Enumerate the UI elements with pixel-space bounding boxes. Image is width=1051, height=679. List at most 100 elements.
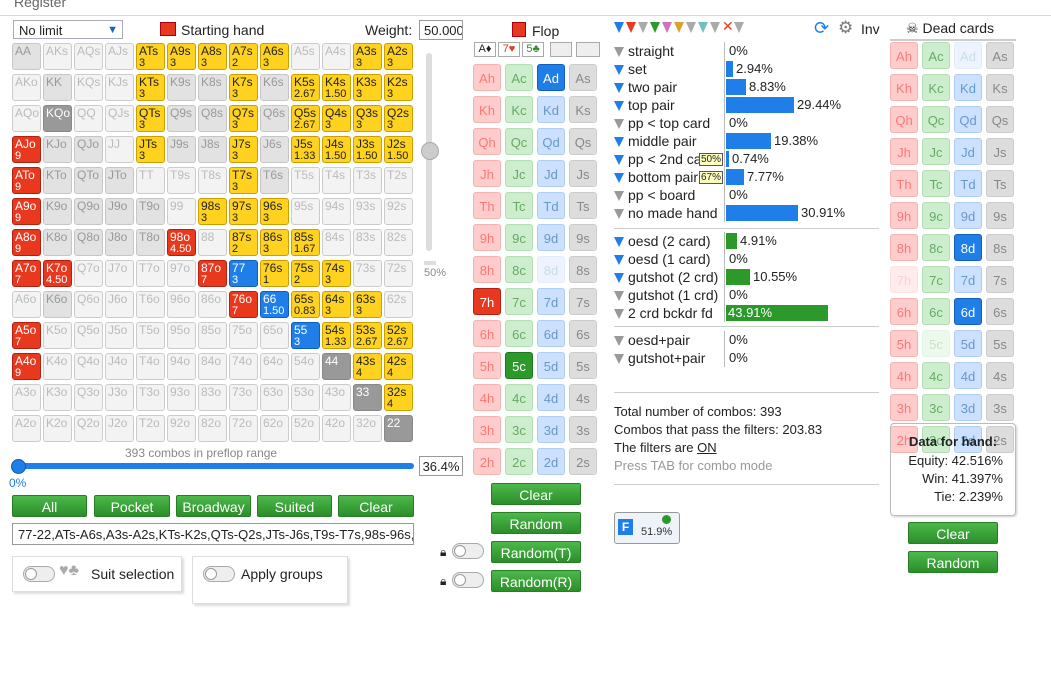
hand-cell[interactable]: 98s 3 [198,198,227,225]
hand-cell[interactable]: K2s 3 [384,74,413,101]
hand-cell[interactable]: KK [43,74,72,101]
flop-clear-button[interactable]: Clear [491,483,581,505]
flop-card[interactable]: Qd [537,128,565,155]
hand-cell[interactable]: 86o [198,291,227,318]
hand-cell[interactable]: A2s 3 [384,43,413,70]
filter-row[interactable]: straight [614,42,674,60]
hand-cell[interactable]: AJs [105,43,134,70]
hand-cell[interactable]: 98o 4.50 [167,229,196,256]
filter-preset-icon[interactable] [662,22,672,33]
hand-cell[interactable]: Q2o [74,415,103,442]
hand-cell[interactable]: 52o [291,415,320,442]
apply-groups-toggle[interactable] [203,566,235,582]
hand-cell[interactable]: T9s [167,167,196,194]
flop-card[interactable]: As [569,64,597,91]
hand-cell[interactable]: 32s 4 [384,384,413,411]
weight-slider-handle[interactable] [421,142,439,160]
hand-cell[interactable]: 94o [167,353,196,380]
hand-cell[interactable]: QJs [105,105,134,132]
filter-weight-badge[interactable]: 50% [699,153,724,166]
hand-cell[interactable]: J4s 1.50 [322,136,351,163]
dead-card[interactable]: Ts [986,170,1014,197]
hand-cell[interactable]: 84s [322,229,351,256]
filter-icon[interactable] [614,273,624,283]
hand-cell[interactable]: KTo [43,167,72,194]
dead-card[interactable]: 4d [954,362,982,389]
hand-cell[interactable]: AA [12,43,41,70]
dead-card[interactable]: 8d [954,234,982,261]
hand-cell[interactable]: Q4o [74,353,103,380]
flop-card[interactable]: 3d [537,416,565,443]
flop-card[interactable]: Jc [505,160,533,187]
hand-cell[interactable]: A5s [291,43,320,70]
filter-preset-icon[interactable] [734,22,744,33]
flop-card[interactable]: 2c [505,448,533,475]
dead-card[interactable]: 6h [890,298,918,325]
clear-filters-icon[interactable]: ✕ [722,18,734,35]
flop-card[interactable]: 4h [473,384,501,411]
hand-cell[interactable]: Q3o [74,384,103,411]
dead-card[interactable]: 5c [922,330,950,357]
hand-cell[interactable]: 65o [260,322,289,349]
hand-cell[interactable]: Q9s [167,105,196,132]
hand-cell[interactable]: Q4s 3 [322,105,351,132]
flop-card[interactable]: 5c [505,352,533,379]
flop-card[interactable]: 5s [569,352,597,379]
hand-cell[interactable]: 82s [384,229,413,256]
filter-preset-icon[interactable] [698,22,708,33]
range-pct-input[interactable]: 36.4% [419,456,463,476]
hand-cell[interactable]: K3s 3 [353,74,382,101]
range-slider-track[interactable] [16,463,414,469]
hand-cell[interactable]: 33 [353,384,382,411]
hand-cell[interactable]: 75s 2 [291,260,320,287]
hand-cell[interactable]: A3o [12,384,41,411]
hand-cell[interactable]: K9o [43,198,72,225]
hand-cell[interactable]: K9s [167,74,196,101]
hand-cell[interactable]: T2o [136,415,165,442]
filter-icon[interactable] [614,83,624,93]
hand-cell[interactable]: A4o 9 [12,353,41,380]
filter-row[interactable]: two pair [614,78,677,96]
weight-input[interactable]: 50.000 [419,20,463,40]
filter-preset-icon[interactable] [674,22,684,33]
hand-cell[interactable]: AKs [43,43,72,70]
hand-cell[interactable]: 76o 7 [229,291,258,318]
inv-button[interactable]: Inv [861,21,880,37]
hand-cell[interactable]: 87s 2 [229,229,258,256]
hand-cell[interactable]: K7s 3 [229,74,258,101]
flop-card[interactable]: 3s [569,416,597,443]
dead-card[interactable]: Ad [954,42,982,69]
hand-cell[interactable]: 42s 4 [384,353,413,380]
hand-cell[interactable]: A8o 9 [12,229,41,256]
dead-card[interactable]: Tc [922,170,950,197]
dead-card[interactable]: 7s [986,266,1014,293]
filter-icon[interactable] [614,255,624,265]
hand-cell[interactable]: K2o [43,415,72,442]
hand-cell[interactable]: 65s 0.83 [291,291,320,318]
filter-summary-badge[interactable]: F 51.9% [614,512,680,544]
hand-cell[interactable]: 63o [260,384,289,411]
flop-card[interactable]: Qs [569,128,597,155]
hand-cell[interactable]: K5s 2.67 [291,74,320,101]
gear-icon[interactable]: ⚙ [838,18,853,38]
flop-card[interactable]: 6d [537,320,565,347]
hand-cell[interactable]: 85s 1.67 [291,229,320,256]
dead-card[interactable]: 6s [986,298,1014,325]
filter-preset-icon[interactable] [686,22,696,33]
filter-icon[interactable] [614,101,624,111]
flop-card[interactable]: 6c [505,320,533,347]
hand-cell[interactable]: A6o [12,291,41,318]
dead-card[interactable]: 8s [986,234,1014,261]
hand-cell[interactable]: JJ [105,136,134,163]
dead-card[interactable]: 7d [954,266,982,293]
hand-cell[interactable]: 96s 3 [260,198,289,225]
dead-card[interactable]: Js [986,138,1014,165]
flop-card[interactable]: Js [569,160,597,187]
hand-cell[interactable]: 82o [198,415,227,442]
filter-row[interactable]: middle pair [614,132,696,150]
filter-icon[interactable] [614,119,624,129]
dead-card[interactable]: Qc [922,106,950,133]
hand-cell[interactable]: T8o [136,229,165,256]
flop-card[interactable]: 4s [569,384,597,411]
dead-card[interactable]: 7h [890,266,918,293]
